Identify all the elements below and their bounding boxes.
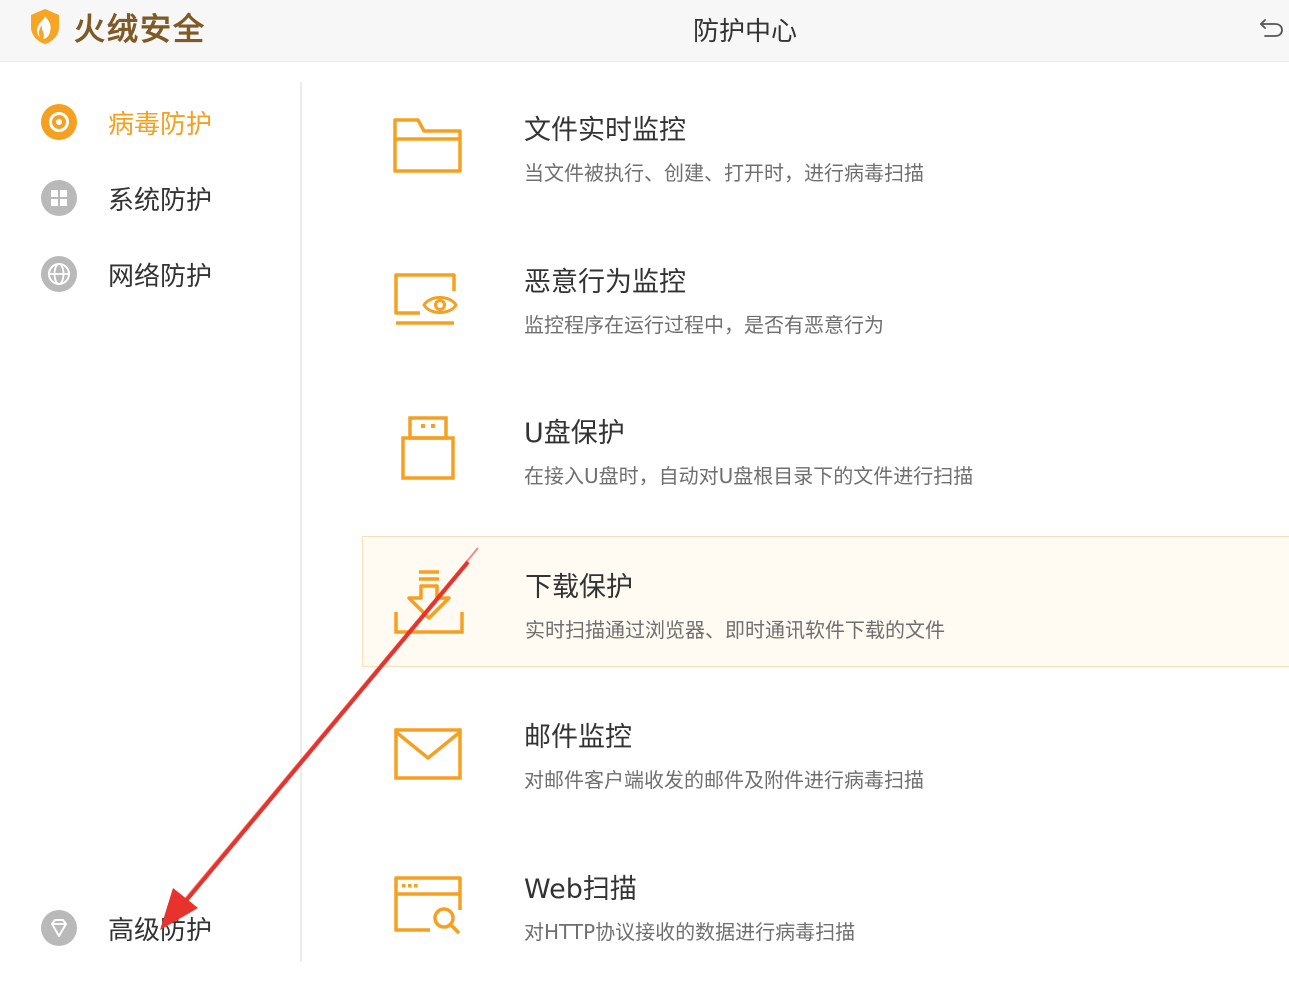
mail-icon [394,728,462,780]
page-title: 防护中心 [693,11,797,48]
back-icon[interactable] [1257,14,1287,42]
download-icon [394,570,464,634]
feature-title: 邮件监控 [524,722,632,753]
feature-file-realtime-monitor[interactable]: 文件实时监控 当文件被执行、创建、打开时，进行病毒扫描 [362,80,1289,211]
feature-title: 文件实时监控 [524,115,686,146]
virus-protection-icon [41,104,77,140]
web-scan-icon [394,876,462,934]
feature-title: 恶意行为监控 [524,267,686,298]
feature-web-scan[interactable]: Web扫描 对HTTP协议接收的数据进行病毒扫描 [362,839,1289,970]
feature-mail-monitor[interactable]: 邮件监控 对邮件客户端收发的邮件及附件进行病毒扫描 [362,687,1289,818]
sidebar-item-label: 高级防护 [108,915,213,946]
sidebar-item-advanced-protection[interactable]: 高级防护 [40,906,212,950]
sidebar-item-system-protection[interactable]: 系统防护 [40,176,212,220]
brand: 火绒安全 [28,6,206,48]
feature-description: 对HTTP协议接收的数据进行病毒扫描 [524,920,856,944]
feature-title: 下载保护 [525,572,633,603]
windows-icon [41,180,77,216]
feature-description: 当文件被执行、创建、打开时，进行病毒扫描 [524,161,924,185]
feature-usb-protection[interactable]: U盘保护 在接入U盘时，自动对U盘根目录下的文件进行扫描 [362,383,1289,514]
sidebar-item-label: 系统防护 [108,185,213,216]
page-title-text: 防护中心 [693,17,798,47]
feature-download-protection[interactable]: 下载保护 实时扫描通过浏览器、即时通讯软件下载的文件 [362,536,1289,667]
app-name: 火绒安全 [74,11,206,48]
feature-title: Web扫描 [524,874,637,905]
title-bar: 火绒安全 防护中心 [0,0,1289,62]
feature-description: 在接入U盘时，自动对U盘根目录下的文件进行扫描 [524,464,974,488]
feature-description: 实时扫描通过浏览器、即时通讯软件下载的文件 [525,618,945,642]
huorong-logo-icon [31,9,59,44]
sidebar-item-network-protection[interactable]: 网络防护 [40,252,212,296]
diamond-icon [41,910,77,946]
usb-drive-icon [401,416,455,480]
sidebar: 病毒防护 系统防护 网络防护 高级防护 [0,82,302,962]
sidebar-item-label: 网络防护 [108,261,213,292]
sidebar-item-label: 病毒防护 [108,109,213,140]
feature-title: U盘保护 [524,418,625,449]
feature-description: 监控程序在运行过程中，是否有恶意行为 [524,313,884,337]
feature-malicious-behavior-monitor[interactable]: 恶意行为监控 监控程序在运行过程中，是否有恶意行为 [362,232,1289,363]
feature-description: 对邮件客户端收发的邮件及附件进行病毒扫描 [524,768,924,792]
monitor-eye-icon [394,273,458,325]
folder-icon [393,118,462,173]
globe-icon [41,256,77,292]
sidebar-item-virus-protection[interactable]: 病毒防护 [40,100,212,144]
